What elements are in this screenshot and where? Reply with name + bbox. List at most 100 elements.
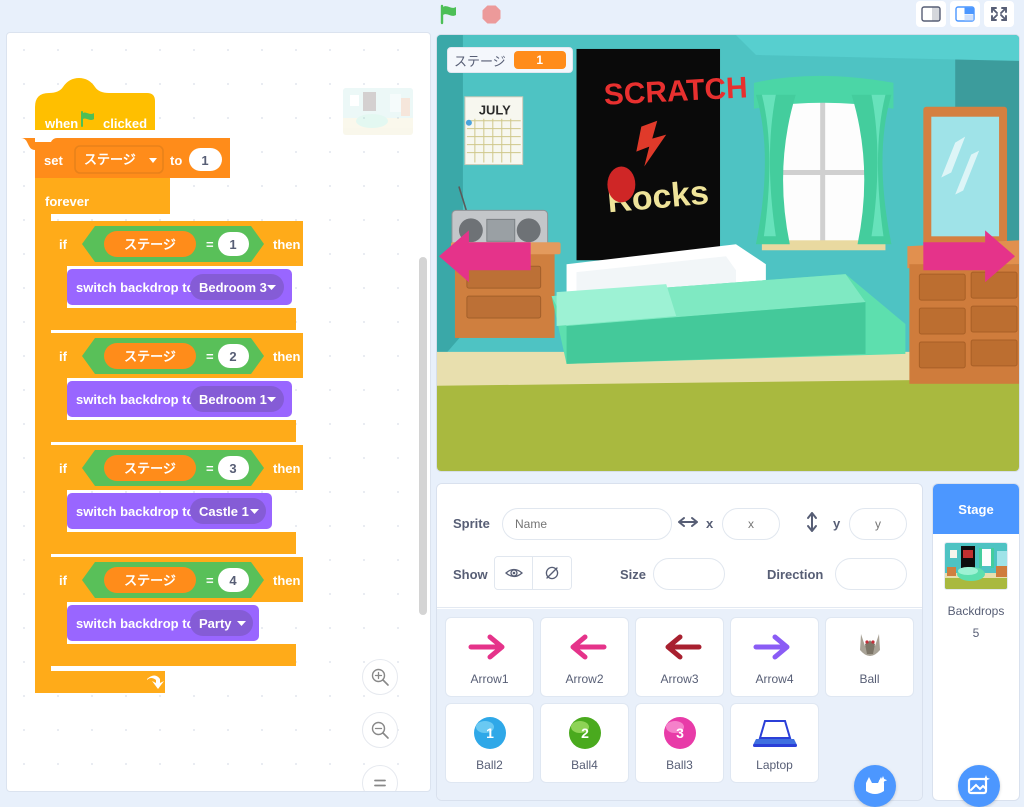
backdrop-name-1: Bedroom 3 <box>199 280 267 295</box>
workspace-vertical-scrollbar[interactable] <box>419 257 427 615</box>
sprite-tile-arrow3[interactable]: Arrow3 <box>635 617 724 697</box>
operator-symbol-3: = <box>206 461 214 476</box>
sprite-tile-ball4[interactable]: 2 Ball4 <box>540 703 629 783</box>
top-toolbar <box>0 0 1024 28</box>
to-label: to <box>170 153 182 168</box>
sprite-name-input[interactable] <box>502 508 672 540</box>
switch-label-2: switch backdrop to <box>76 392 195 407</box>
ball-blue-1-icon: 1 <box>465 710 515 756</box>
variable-monitor-name: ステージ <box>454 53 506 69</box>
if-label-2: if <box>59 349 68 364</box>
if-label-3: if <box>59 461 68 476</box>
if-wall-3 <box>51 490 67 532</box>
show-label: Show <box>453 567 488 582</box>
bedroom-backdrop-thumb <box>944 542 1008 590</box>
sprite-list[interactable]: Arrow1 Arrow2 Arrow3 Arrow4 Ball 1 Ball2… <box>437 609 922 800</box>
fullscreen-icon[interactable] <box>984 1 1014 27</box>
switch-label-4: switch backdrop to <box>76 616 195 631</box>
sprite-info-panel: Sprite x y Show <box>437 484 922 608</box>
sprite-name: Arrow2 <box>565 672 604 686</box>
calendar-label: JULY <box>479 103 511 118</box>
hat-label-clicked: clicked <box>103 116 147 131</box>
direction-label: Direction <box>767 567 824 582</box>
stage-backdrop-bedroom3: SCRATCH Rocks JULY <box>437 35 1019 471</box>
if-footer-2[interactable] <box>51 420 296 442</box>
sprite-name: Ball3 <box>666 758 693 772</box>
variable-name-1: ステージ <box>124 237 176 252</box>
then-label-1: then <box>273 237 301 252</box>
switch-label-3: switch backdrop to <box>76 504 195 519</box>
if-footer-4[interactable] <box>51 644 296 666</box>
arrow-right-purple-icon <box>750 624 800 670</box>
sprite-name: Ball2 <box>476 758 503 772</box>
forever-label: forever <box>45 194 89 209</box>
x-label: x <box>706 516 714 531</box>
if-footer-1[interactable] <box>51 308 296 330</box>
compare-value-4: 4 <box>229 573 237 588</box>
code-workspace[interactable]: .b-txt{font-family:"Liberation Sans",san… <box>6 32 431 792</box>
sprite-tile-laptop[interactable]: Laptop <box>730 703 819 783</box>
add-sprite-cat-icon[interactable] <box>854 765 896 807</box>
x-input[interactable] <box>722 508 780 540</box>
stage-selector-panel[interactable]: Stage Backdrops 5 <box>932 483 1020 801</box>
ball-badge: 3 <box>676 725 684 741</box>
operator-symbol-1: = <box>206 237 214 252</box>
size-input[interactable] <box>653 558 725 590</box>
compare-value-1: 1 <box>229 237 236 252</box>
if-branch-4[interactable]: if ステージ = 4 then switch backdrop to Part… <box>51 557 303 666</box>
stage-large-icon[interactable] <box>950 1 980 27</box>
sprite-tile-arrow4[interactable]: Arrow4 <box>730 617 819 697</box>
if-wall-4 <box>51 602 67 644</box>
eye-icon[interactable] <box>495 557 533 589</box>
set-value: 1 <box>201 153 208 168</box>
sprite-tile-ball2[interactable]: 1 Ball2 <box>445 703 534 783</box>
sprite-tile-ball[interactable]: Ball <box>825 617 914 697</box>
sprite-tile-ball3[interactable]: 3 Ball3 <box>635 703 724 783</box>
sprite-name: Laptop <box>756 758 793 772</box>
if-branch-3[interactable]: if ステージ = 3 then switch backdrop to Cast… <box>51 445 303 554</box>
green-flag-icon[interactable] <box>438 3 460 25</box>
direction-input[interactable] <box>835 558 907 590</box>
compare-value-3: 3 <box>229 461 236 476</box>
eye-slash-icon[interactable] <box>533 557 571 589</box>
if-branch-2[interactable]: if ステージ = 2 then switch backdrop to Bedr… <box>51 333 303 442</box>
backdrops-label: Backdrops <box>947 604 1005 618</box>
ball-bat-icon <box>845 624 895 670</box>
variable-monitor[interactable]: ステージ 1 <box>447 47 573 73</box>
size-label: Size <box>620 567 647 582</box>
ball-pink-3-icon: 3 <box>655 710 705 756</box>
zoom-in-icon[interactable] <box>362 659 398 695</box>
switch-label-1: switch backdrop to <box>76 280 195 295</box>
arrow-left-darkred-icon <box>655 624 705 670</box>
sprite-name: Arrow4 <box>755 672 794 686</box>
add-backdrop-icon[interactable] <box>958 765 1000 807</box>
arrow-left-pink-icon <box>560 624 610 670</box>
if-footer-3[interactable] <box>51 532 296 554</box>
sprite-tile-arrow1[interactable]: Arrow1 <box>445 617 534 697</box>
sprite-name: Arrow3 <box>660 672 699 686</box>
stop-sign-icon[interactable] <box>481 4 502 25</box>
sprite-tile-arrow2[interactable]: Arrow2 <box>540 617 629 697</box>
forever-bottom[interactable] <box>35 671 165 693</box>
ball-badge: 1 <box>486 725 494 741</box>
y-input[interactable] <box>849 508 907 540</box>
stage-small-icon[interactable] <box>916 1 946 27</box>
compare-value-2: 2 <box>229 349 236 364</box>
variable-name-2: ステージ <box>124 349 176 364</box>
sprite-label: Sprite <box>453 516 490 531</box>
stage-selector-header[interactable]: Stage <box>933 484 1019 534</box>
if-label-4: if <box>59 573 68 588</box>
sprite-name: Ball <box>859 672 880 686</box>
zoom-out-icon[interactable] <box>362 712 398 748</box>
if-branch-1[interactable]: if ステージ = 1 then switch backdrop to Bedr… <box>51 221 303 330</box>
operator-symbol-2: = <box>206 349 214 364</box>
arrow-right-pink-icon <box>465 624 515 670</box>
if-wall-2 <box>51 378 67 420</box>
ball-green-2-icon: 2 <box>560 710 610 756</box>
backdrops-count: 5 <box>972 626 980 640</box>
stage-display[interactable]: SCRATCH Rocks JULY ステージ 1 <box>436 34 1020 472</box>
variable-name-3: ステージ <box>124 461 176 476</box>
forever-left-wall <box>35 214 51 689</box>
sprite-pane: Sprite x y Show <box>436 483 923 801</box>
then-label-4: then <box>273 573 301 588</box>
